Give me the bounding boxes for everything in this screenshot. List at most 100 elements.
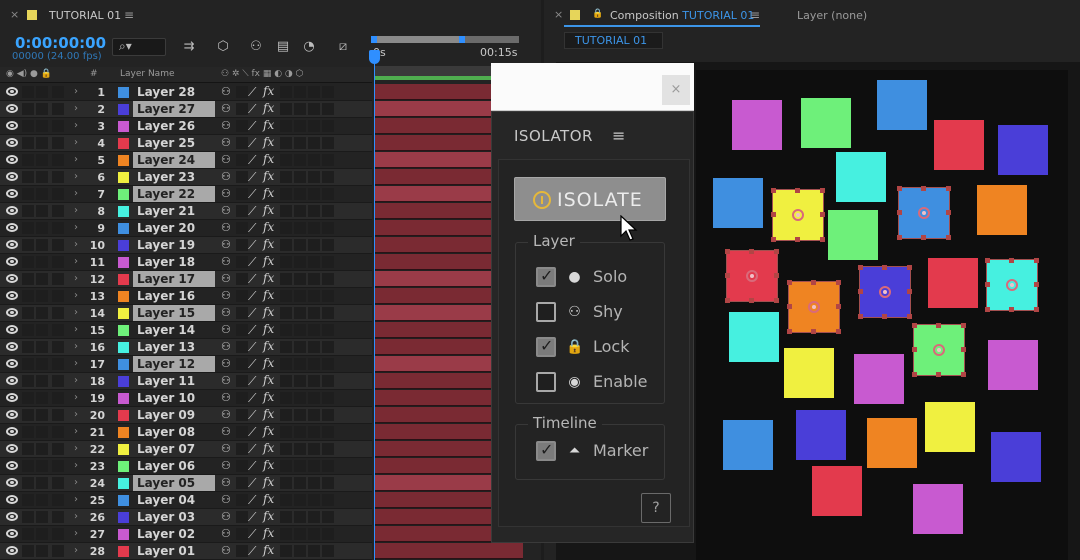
transform-handle[interactable] <box>912 347 917 352</box>
twirl-down-icon[interactable]: › <box>74 426 78 437</box>
effects-switch-icon[interactable]: fx <box>263 101 274 115</box>
adjustment-switch[interactable] <box>308 205 320 217</box>
transform-handle[interactable] <box>1034 307 1039 312</box>
solid-layer-square[interactable] <box>812 466 862 516</box>
motion-blur-switch[interactable] <box>294 460 306 472</box>
layer-row[interactable]: › 2 Layer 27 ⚇ ⟋ fx <box>0 101 372 118</box>
shy-switch-icon[interactable]: ⚇ <box>221 391 231 404</box>
transform-handle[interactable] <box>946 186 951 191</box>
visibility-eye-icon[interactable] <box>6 529 18 538</box>
layer-row[interactable]: › 3 Layer 26 ⚇ ⟋ fx <box>0 118 372 135</box>
layer-name[interactable]: Layer 27 <box>133 101 215 117</box>
adjustment-switch[interactable] <box>308 494 320 506</box>
transform-handle[interactable] <box>771 212 776 217</box>
transform-handle[interactable] <box>787 304 792 309</box>
adjustment-switch[interactable] <box>308 375 320 387</box>
twirl-down-icon[interactable]: › <box>74 307 78 318</box>
timeline-tab-title[interactable]: TUTORIAL 01 <box>49 9 121 22</box>
layer-row[interactable]: › 14 Layer 15 ⚇ ⟋ fx <box>0 305 372 322</box>
layer-name[interactable]: Layer 07 <box>133 441 215 457</box>
layer-name[interactable]: Layer 02 <box>133 526 215 542</box>
motion-blur-switch[interactable] <box>294 256 306 268</box>
3d-layer-switch[interactable] <box>322 256 334 268</box>
solid-layer-square[interactable] <box>796 410 846 460</box>
effects-switch-icon[interactable]: fx <box>263 424 274 438</box>
label-color-swatch[interactable] <box>118 512 129 523</box>
twirl-down-icon[interactable]: › <box>74 528 78 539</box>
frame-blend-switch[interactable] <box>280 154 292 166</box>
frame-blend-switch[interactable] <box>280 545 292 557</box>
label-color-swatch[interactable] <box>118 206 129 217</box>
collapse-switch[interactable] <box>236 290 248 302</box>
transform-handle[interactable] <box>787 329 792 334</box>
transform-handle[interactable] <box>936 323 941 328</box>
label-color-swatch[interactable] <box>118 529 129 540</box>
solid-layer-square[interactable] <box>913 484 963 534</box>
solo-toggle[interactable] <box>36 358 48 370</box>
quality-switch-icon[interactable]: ⟋ <box>248 136 256 151</box>
lock-toggle[interactable] <box>52 103 64 115</box>
visibility-eye-icon[interactable] <box>6 461 18 470</box>
label-color-swatch[interactable] <box>118 376 129 387</box>
motion-blur-switch[interactable] <box>294 511 306 523</box>
audio-toggle[interactable] <box>22 256 34 268</box>
3d-layer-switch[interactable] <box>322 494 334 506</box>
3d-layer-switch[interactable] <box>322 375 334 387</box>
quality-switch-icon[interactable]: ⟋ <box>248 102 256 117</box>
shy-switch-icon[interactable]: ⚇ <box>221 476 231 489</box>
label-color-swatch[interactable] <box>118 308 129 319</box>
label-color-swatch[interactable] <box>118 495 129 506</box>
collapse-switch[interactable] <box>236 460 248 472</box>
frame-blend-switch[interactable] <box>280 426 292 438</box>
audio-toggle[interactable] <box>22 273 34 285</box>
audio-toggle[interactable] <box>22 239 34 251</box>
lock-toggle[interactable] <box>52 239 64 251</box>
shy-switch-icon[interactable]: ⚇ <box>221 459 231 472</box>
hide-shy-layers-icon[interactable]: ⚇ <box>247 39 265 55</box>
adjustment-switch[interactable] <box>308 273 320 285</box>
close-tab-icon[interactable]: × <box>10 8 19 21</box>
audio-toggle[interactable] <box>22 120 34 132</box>
solid-layer-square[interactable] <box>858 265 912 319</box>
motion-blur-switch[interactable] <box>294 409 306 421</box>
lock-toggle[interactable] <box>52 273 64 285</box>
twirl-down-icon[interactable]: › <box>74 511 78 522</box>
layer-name[interactable]: Layer 04 <box>133 492 215 508</box>
solid-layer-square[interactable] <box>713 178 763 228</box>
solid-layer-square[interactable] <box>867 418 917 468</box>
solid-layer-square[interactable] <box>998 125 1048 175</box>
adjustment-switch[interactable] <box>308 545 320 557</box>
adjustment-switch[interactable] <box>308 239 320 251</box>
layer-row[interactable]: › 21 Layer 08 ⚇ ⟋ fx <box>0 424 372 441</box>
layer-name[interactable]: Layer 19 <box>133 237 215 253</box>
collapse-switch[interactable] <box>236 171 248 183</box>
adjustment-switch[interactable] <box>308 256 320 268</box>
solid-layer-square[interactable] <box>854 354 904 404</box>
twirl-down-icon[interactable]: › <box>74 154 78 165</box>
layer-row[interactable]: › 15 Layer 14 ⚇ ⟋ fx <box>0 322 372 339</box>
layer-switches-icons[interactable]: ⚇ ✲ ⟍ fx ▦ ◐ ◑ ⬡ <box>221 69 304 79</box>
solo-toggle[interactable] <box>36 188 48 200</box>
transform-handle[interactable] <box>1009 258 1014 263</box>
layer-name[interactable]: Layer 06 <box>133 458 215 474</box>
panel-menu-icon[interactable]: ≡ <box>750 8 760 22</box>
composition-navigator-tab[interactable]: TUTORIAL 01 <box>564 32 663 49</box>
twirl-down-icon[interactable]: › <box>74 392 78 403</box>
shy-switch-icon[interactable]: ⚇ <box>221 85 231 98</box>
column-layer-name-header[interactable]: Layer Name <box>120 69 175 79</box>
solo-toggle[interactable] <box>36 545 48 557</box>
motion-blur-switch[interactable] <box>294 103 306 115</box>
solo-checkbox[interactable] <box>536 266 556 287</box>
transform-handle[interactable] <box>725 249 730 254</box>
audio-toggle[interactable] <box>22 528 34 540</box>
quality-switch-icon[interactable]: ⟋ <box>248 442 256 457</box>
lock-toggle[interactable] <box>52 392 64 404</box>
effects-switch-icon[interactable]: fx <box>263 152 274 166</box>
label-color-swatch[interactable] <box>118 427 129 438</box>
solid-layer-square[interactable] <box>985 258 1039 312</box>
twirl-down-icon[interactable]: › <box>74 494 78 505</box>
frame-blend-switch[interactable] <box>280 222 292 234</box>
quality-switch-icon[interactable]: ⟋ <box>248 476 256 491</box>
transform-handle[interactable] <box>1034 282 1039 287</box>
solid-layer-square[interactable] <box>991 432 1041 482</box>
